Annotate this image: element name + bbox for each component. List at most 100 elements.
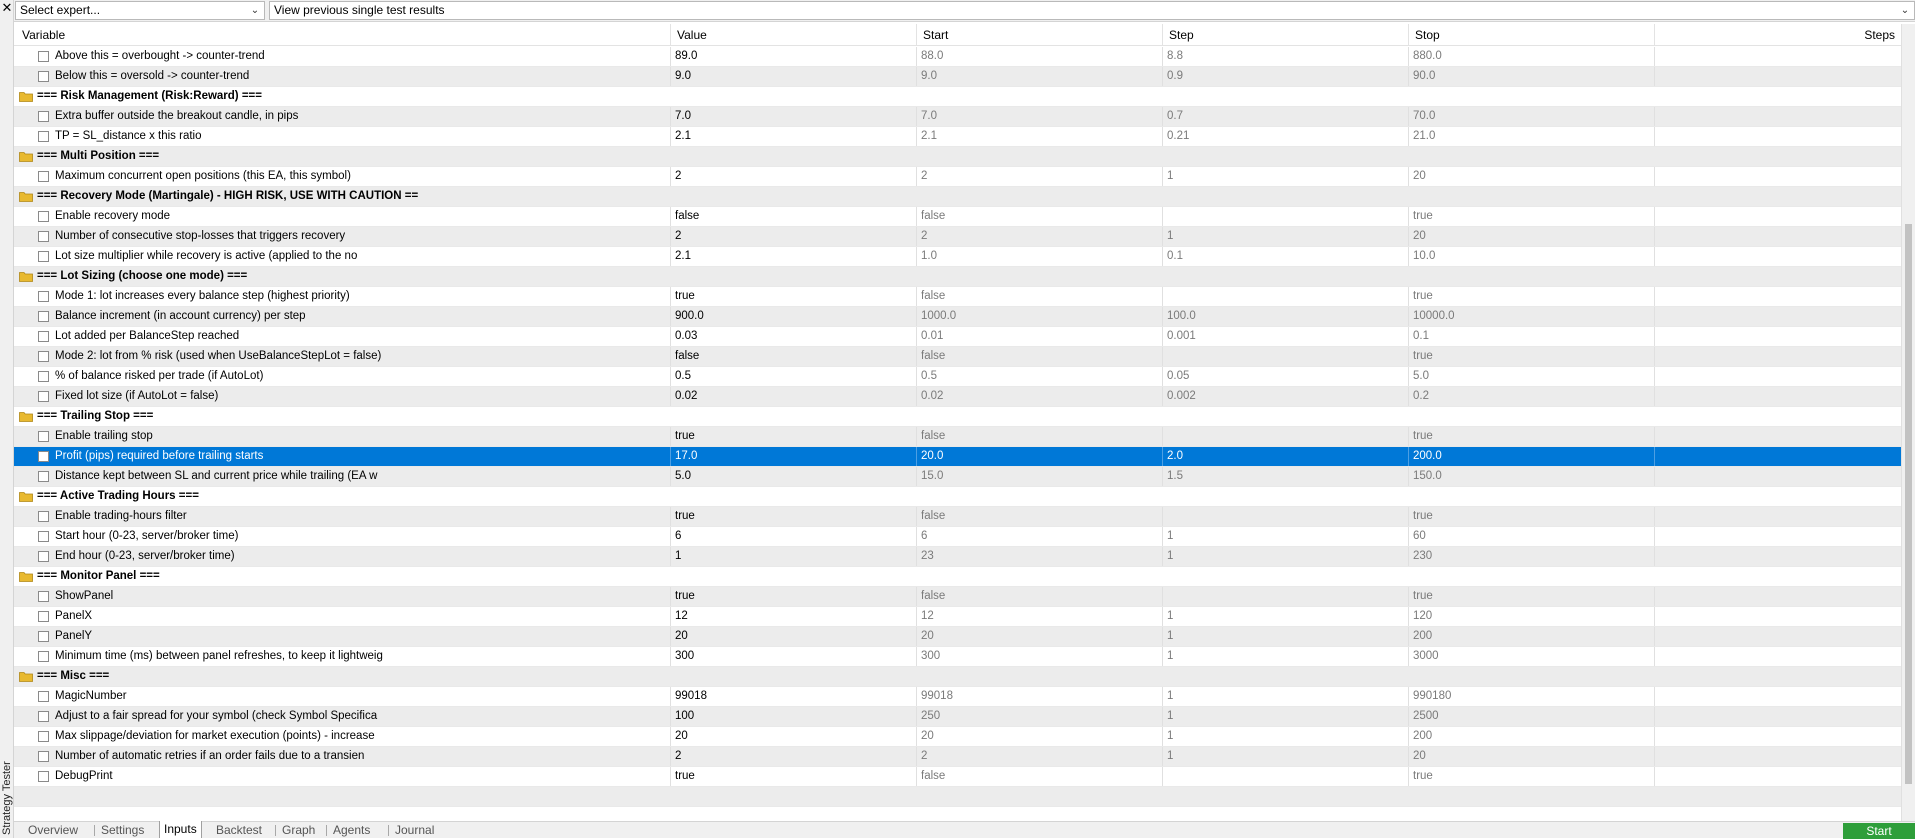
- value-cell[interactable]: false: [671, 207, 917, 226]
- value-cell[interactable]: false: [671, 347, 917, 366]
- value-cell[interactable]: 99018: [671, 687, 917, 706]
- stop-cell[interactable]: 150.0: [1409, 467, 1655, 486]
- optimize-checkbox[interactable]: [38, 71, 49, 82]
- table-row[interactable]: Fixed lot size (if AutoLot = false) 0.02 0…: [14, 387, 1901, 407]
- group-row[interactable]: === Lot Sizing (choose one mode) ===: [14, 267, 1901, 287]
- stop-cell[interactable]: true: [1409, 587, 1655, 606]
- table-row[interactable]: ShowPanel true false true: [14, 587, 1901, 607]
- group-row[interactable]: === Trailing Stop ===: [14, 407, 1901, 427]
- stop-cell[interactable]: 10.0: [1409, 247, 1655, 266]
- optimize-checkbox[interactable]: [38, 511, 49, 522]
- value-cell[interactable]: 2: [671, 747, 917, 766]
- stop-cell[interactable]: true: [1409, 427, 1655, 446]
- step-cell[interactable]: 1: [1163, 687, 1409, 706]
- step-cell[interactable]: 0.9: [1163, 67, 1409, 86]
- column-header-stop[interactable]: Stop: [1409, 24, 1655, 46]
- start-cell[interactable]: 2: [917, 227, 1163, 246]
- stop-cell[interactable]: true: [1409, 767, 1655, 786]
- table-row[interactable]: Profit (pips) required before trailing s…: [14, 447, 1901, 467]
- stop-cell[interactable]: true: [1409, 507, 1655, 526]
- step-cell[interactable]: 1: [1163, 527, 1409, 546]
- value-cell[interactable]: 12: [671, 607, 917, 626]
- value-cell[interactable]: 2.1: [671, 247, 917, 266]
- vertical-scrollbar[interactable]: [1901, 24, 1915, 821]
- table-row[interactable]: End hour (0-23, server/broker time) 1 23 1 2…: [14, 547, 1901, 567]
- step-cell[interactable]: [1163, 347, 1409, 366]
- table-row[interactable]: Enable trailing stop true false true: [14, 427, 1901, 447]
- column-header-start[interactable]: Start: [917, 24, 1163, 46]
- optimize-checkbox[interactable]: [38, 311, 49, 322]
- optimize-checkbox[interactable]: [38, 51, 49, 62]
- table-row[interactable]: PanelX 12 12 1 120: [14, 607, 1901, 627]
- group-row[interactable]: === Active Trading Hours ===: [14, 487, 1901, 507]
- value-cell[interactable]: 2: [671, 167, 917, 186]
- start-cell[interactable]: 20.0: [917, 447, 1163, 466]
- start-cell[interactable]: false: [917, 347, 1163, 366]
- start-cell[interactable]: false: [917, 427, 1163, 446]
- step-cell[interactable]: 0.002: [1163, 387, 1409, 406]
- value-cell[interactable]: true: [671, 427, 917, 446]
- table-row[interactable]: Minimum time (ms) between panel refreshe…: [14, 647, 1901, 667]
- column-header-steps[interactable]: Steps: [1655, 24, 1901, 46]
- table-row[interactable]: DebugPrint true false true: [14, 767, 1901, 787]
- stop-cell[interactable]: 200.0: [1409, 447, 1655, 466]
- optimize-checkbox[interactable]: [38, 611, 49, 622]
- table-row[interactable]: PanelY 20 20 1 200: [14, 627, 1901, 647]
- value-cell[interactable]: 20: [671, 627, 917, 646]
- optimize-checkbox[interactable]: [38, 451, 49, 462]
- start-cell[interactable]: 88.0: [917, 47, 1163, 66]
- expert-select[interactable]: Select expert... ⌄: [15, 1, 265, 20]
- start-cell[interactable]: 250: [917, 707, 1163, 726]
- step-cell[interactable]: 0.1: [1163, 247, 1409, 266]
- optimize-checkbox[interactable]: [38, 111, 49, 122]
- table-row[interactable]: Below this = oversold -> counter-trend 9.…: [14, 67, 1901, 87]
- value-cell[interactable]: 17.0: [671, 447, 917, 466]
- stop-cell[interactable]: 20: [1409, 747, 1655, 766]
- column-header-value[interactable]: Value: [671, 24, 917, 46]
- value-cell[interactable]: 900.0: [671, 307, 917, 326]
- table-row[interactable]: Enable trading-hours filter true false true: [14, 507, 1901, 527]
- table-row[interactable]: Mode 2: lot from % risk (used when UseBa…: [14, 347, 1901, 367]
- step-cell[interactable]: 1: [1163, 627, 1409, 646]
- step-cell[interactable]: 1: [1163, 607, 1409, 626]
- start-cell[interactable]: false: [917, 767, 1163, 786]
- value-cell[interactable]: 89.0: [671, 47, 917, 66]
- stop-cell[interactable]: 90.0: [1409, 67, 1655, 86]
- table-row[interactable]: Maximum concurrent open positions (this …: [14, 167, 1901, 187]
- optimize-checkbox[interactable]: [38, 371, 49, 382]
- stop-cell[interactable]: 3000: [1409, 647, 1655, 666]
- value-cell[interactable]: 0.03: [671, 327, 917, 346]
- value-cell[interactable]: 0.5: [671, 367, 917, 386]
- start-button[interactable]: Start: [1843, 823, 1915, 839]
- optimize-checkbox[interactable]: [38, 351, 49, 362]
- optimize-checkbox[interactable]: [38, 691, 49, 702]
- table-row[interactable]: Extra buffer outside the breakout candle…: [14, 107, 1901, 127]
- stop-cell[interactable]: 10000.0: [1409, 307, 1655, 326]
- optimize-checkbox[interactable]: [38, 171, 49, 182]
- group-row[interactable]: === Monitor Panel ===: [14, 567, 1901, 587]
- table-row[interactable]: Mode 1: lot increases every balance step…: [14, 287, 1901, 307]
- step-cell[interactable]: [1163, 207, 1409, 226]
- optimize-checkbox[interactable]: [38, 291, 49, 302]
- optimize-checkbox[interactable]: [38, 551, 49, 562]
- stop-cell[interactable]: true: [1409, 347, 1655, 366]
- optimize-checkbox[interactable]: [38, 531, 49, 542]
- optimize-checkbox[interactable]: [38, 431, 49, 442]
- start-cell[interactable]: 0.02: [917, 387, 1163, 406]
- step-cell[interactable]: 8.8: [1163, 47, 1409, 66]
- stop-cell[interactable]: 120: [1409, 607, 1655, 626]
- results-select[interactable]: View previous single test results ⌄: [269, 1, 1915, 20]
- step-cell[interactable]: [1163, 767, 1409, 786]
- tab-agents[interactable]: Agents: [329, 822, 374, 838]
- table-row[interactable]: Balance increment (in account currency) …: [14, 307, 1901, 327]
- step-cell[interactable]: 0.001: [1163, 327, 1409, 346]
- tab-backtest[interactable]: Backtest: [212, 822, 266, 838]
- optimize-checkbox[interactable]: [38, 751, 49, 762]
- table-row[interactable]: Lot added per BalanceStep reached 0.03 0.0…: [14, 327, 1901, 347]
- start-cell[interactable]: 2: [917, 747, 1163, 766]
- stop-cell[interactable]: 20: [1409, 227, 1655, 246]
- stop-cell[interactable]: 70.0: [1409, 107, 1655, 126]
- value-cell[interactable]: 1: [671, 547, 917, 566]
- step-cell[interactable]: 0.05: [1163, 367, 1409, 386]
- table-row[interactable]: Lot size multiplier while recovery is ac…: [14, 247, 1901, 267]
